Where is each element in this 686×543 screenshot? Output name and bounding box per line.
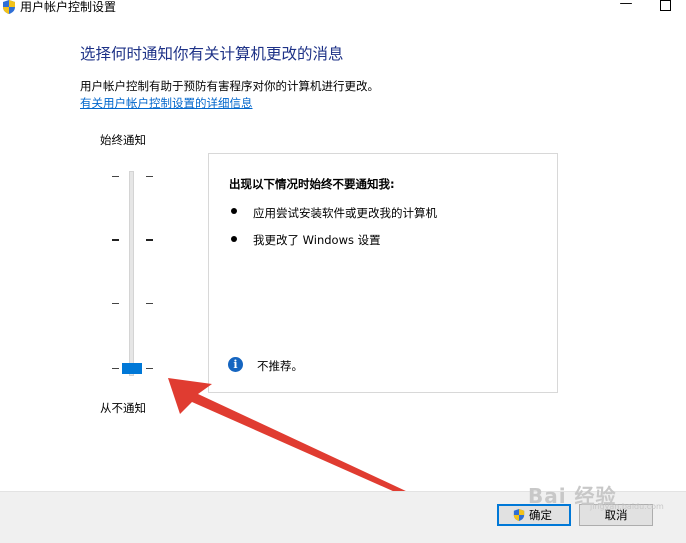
slider-tick xyxy=(146,368,153,369)
bullet-item: 我更改了 Windows 设置 xyxy=(253,233,381,247)
slider-tick xyxy=(112,239,119,241)
baidu-watermark-url: jingyan.baidu.com xyxy=(590,502,664,511)
uac-shield-icon xyxy=(3,0,15,14)
minimize-button[interactable]: — xyxy=(616,0,636,14)
maximize-button[interactable] xyxy=(660,0,671,11)
bullet-item: 应用尝试安装软件或更改我的计算机 xyxy=(253,206,437,220)
info-icon: i xyxy=(228,357,243,372)
slider-tick xyxy=(112,368,119,369)
slider-tick xyxy=(146,239,153,241)
page-description: 用户帐户控制有助于预防有害程序对你的计算机进行更改。 xyxy=(80,79,379,93)
recommendation-note: 不推荐。 xyxy=(257,359,303,373)
page-heading: 选择何时通知你有关计算机更改的消息 xyxy=(80,45,344,63)
uac-shield-icon xyxy=(513,509,525,521)
level-description-panel: 出现以下情况时始终不要通知我: 应用尝试安装软件或更改我的计算机 我更改了 Wi… xyxy=(208,153,558,393)
slider-thumb[interactable] xyxy=(122,363,142,374)
notification-level-slider[interactable] xyxy=(129,171,134,376)
window-title: 用户帐户控制设置 xyxy=(20,0,117,14)
bullet-icon xyxy=(231,236,237,242)
uac-help-link[interactable]: 有关用户帐户控制设置的详细信息 xyxy=(80,95,253,111)
title-bar: 用户帐户控制设置 — xyxy=(0,0,686,16)
panel-heading: 出现以下情况时始终不要通知我: xyxy=(229,177,395,191)
slider-bottom-label: 从不通知 xyxy=(100,401,146,415)
slider-tick xyxy=(112,176,119,177)
slider-tick xyxy=(112,303,119,304)
bullet-icon xyxy=(231,208,237,214)
slider-top-label: 始终通知 xyxy=(100,133,146,147)
slider-tick xyxy=(146,303,153,304)
slider-tick xyxy=(146,176,153,177)
